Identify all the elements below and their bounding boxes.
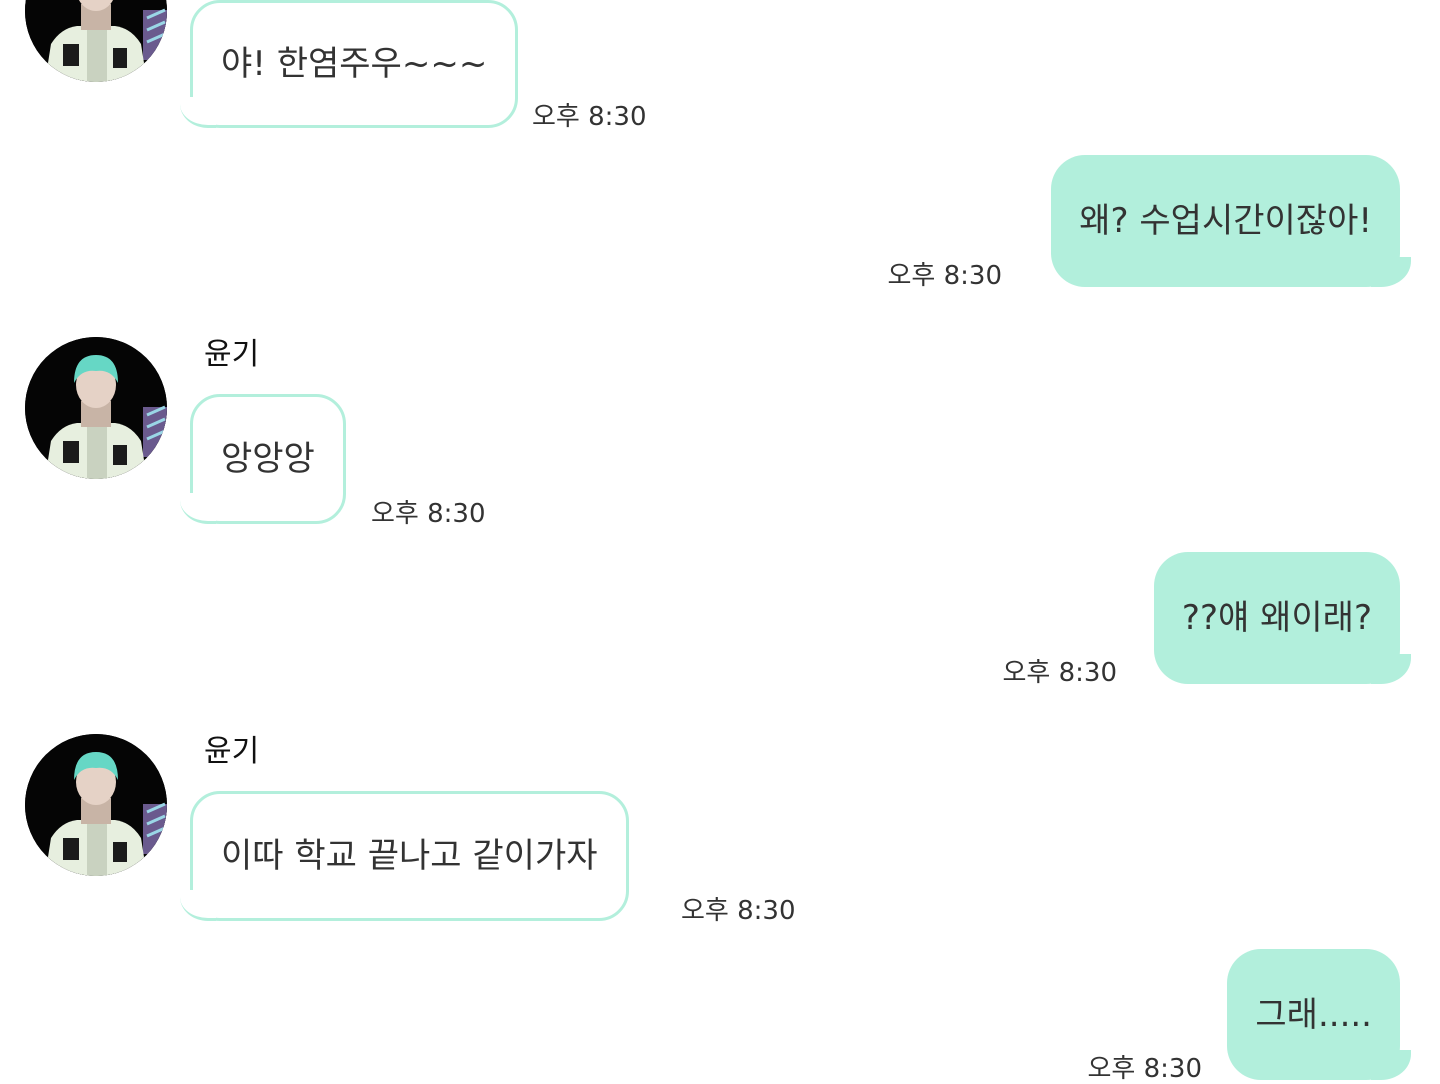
message-text: 왜? 수업시간이잖아! (1079, 201, 1372, 241)
profile-photo-avatar-icon (25, 734, 167, 876)
message-bubble-outgoing[interactable]: ??얘 왜이래? (1153, 552, 1412, 684)
profile-photo-avatar-icon (25, 0, 167, 82)
message-timestamp: 오후 8:30 (681, 896, 796, 926)
sender-name: 윤기 (204, 734, 260, 769)
message-bubble-incoming[interactable]: 야! 한염주우~~~ (179, 0, 519, 128)
message-text: 그래..... (1255, 994, 1372, 1035)
message-timestamp: 오후 8:30 (532, 102, 647, 132)
profile-photo-avatar-icon (25, 337, 167, 479)
message-timestamp: 오후 8:30 (371, 499, 486, 529)
sender-avatar[interactable] (25, 0, 167, 82)
message-timestamp: 오후 8:30 (1002, 658, 1118, 688)
message-bubble-outgoing[interactable]: 그래..... (1227, 949, 1411, 1080)
sender-avatar[interactable] (25, 337, 167, 479)
message-timestamp: 오후 8:30 (887, 261, 1003, 291)
message-text: 이따 학교 끝나고 같이가자 (221, 836, 598, 876)
sender-avatar[interactable] (25, 734, 167, 876)
message-text: 앙앙앙 (221, 439, 315, 479)
message-text: ??얘 왜이래? (1181, 598, 1372, 638)
sender-name: 윤기 (204, 337, 260, 372)
message-bubble-incoming[interactable]: 앙앙앙 (180, 394, 346, 524)
message-text: 야! 한염주우~~~ (221, 44, 488, 84)
message-bubble-outgoing[interactable]: 왜? 수업시간이잖아! (1051, 155, 1411, 287)
message-bubble-incoming[interactable]: 이따 학교 끝나고 같이가자 (180, 791, 629, 921)
